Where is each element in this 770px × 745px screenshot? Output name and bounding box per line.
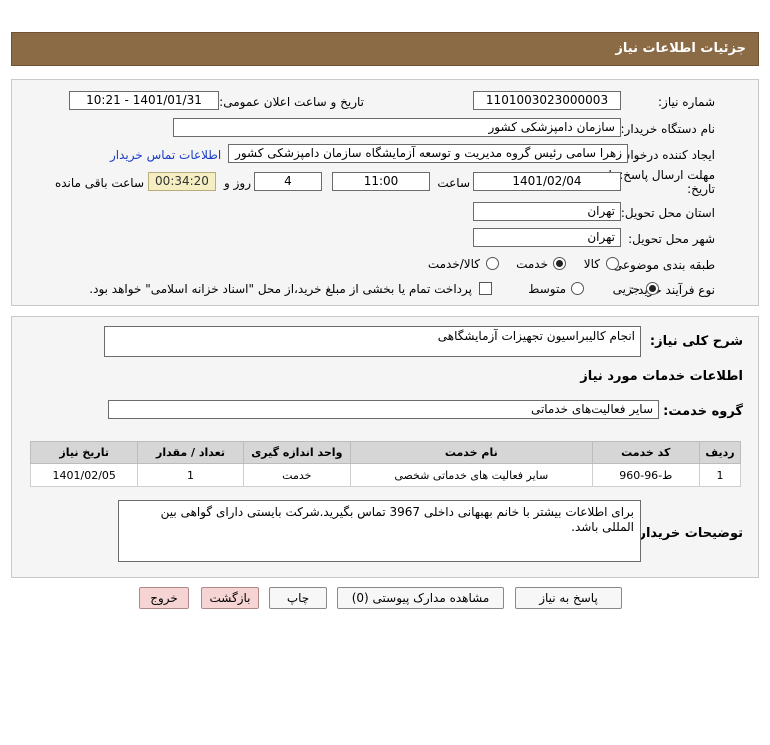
col-row-number: ردیف — [698, 441, 742, 464]
services-table: ردیف کد خدمت نام خدمت واحد اندازه گیری ت… — [29, 441, 742, 487]
deadline-label: مهلت ارسال پاسخ: تا — [608, 168, 715, 182]
col-service-code: کد خدمت — [591, 441, 700, 464]
general-desc-label: شرح کلی نیاز: — [649, 334, 743, 349]
back-button[interactable]: بازگشت — [201, 587, 259, 609]
process-radio-medium[interactable] — [571, 282, 584, 295]
exit-button[interactable]: خروج — [139, 587, 189, 609]
buyer-notes-field: برای اطلاعات بیشتر با خانم بهبهانی داخلی… — [118, 500, 641, 562]
category-radio-goods-service[interactable] — [486, 257, 499, 270]
service-group-label: گروه خدمت: — [663, 404, 743, 419]
category-option-service: خدمت — [516, 257, 548, 271]
process-option-medium: متوسط — [528, 282, 566, 296]
category-option-goods-service: کالا/خدمت — [427, 257, 480, 271]
cell-row-number: 1 — [698, 463, 742, 487]
need-number-label: شماره نیاز: — [658, 95, 715, 109]
process-type-label: نوع فرآیند خرید : — [630, 283, 715, 297]
requester-field: زهرا سامی رئیس گروه مدیریت و توسعه آزمای… — [228, 144, 628, 163]
category-option-goods: کالا — [583, 257, 600, 271]
deadline-label-date: تاریخ: — [687, 182, 715, 196]
process-option-minor: جزیی — [612, 282, 640, 296]
col-quantity: تعداد / مقدار — [137, 441, 244, 464]
buyer-notes-label: توضیحات خریدار: — [633, 526, 743, 541]
category-radio-service[interactable] — [553, 257, 566, 270]
service-group-field: سایر فعالیت‌های خدماتی — [108, 400, 659, 419]
reply-button[interactable]: پاسخ به نیاز — [515, 587, 622, 609]
remaining-time-field: 00:34:20 — [148, 172, 216, 191]
table-row: 1 ط-96-960 سایر فعالیت های خدماتی شخصی خ… — [29, 463, 742, 487]
province-field: تهران — [473, 202, 621, 221]
buyer-contact-link[interactable]: اطلاعات تماس خریدار — [110, 148, 221, 162]
col-service-name: نام خدمت — [350, 441, 593, 464]
buyer-org-field: سازمان دامپزشکی کشور — [173, 118, 621, 137]
category-label: طبقه بندی موضوعی: — [608, 258, 715, 272]
city-field: تهران — [473, 228, 621, 247]
cell-need-date: 1401/02/05 — [29, 463, 139, 487]
general-desc-field: انجام کالیبراسیون تجهیزات آزمایشگاهی — [104, 326, 641, 357]
announce-datetime-field: 1401/01/31 - 10:21 — [69, 91, 219, 110]
deadline-time-field: 11:00 — [332, 172, 430, 191]
cell-service-name: سایر فعالیت های خدماتی شخصی — [350, 463, 593, 487]
treasury-payment-checkbox[interactable] — [479, 282, 492, 295]
deadline-date-field: 1401/02/04 — [473, 172, 621, 191]
view-attachments-button[interactable]: مشاهده مدارک پیوستی (0) — [337, 587, 504, 609]
remaining-days-field: 4 — [254, 172, 322, 191]
cell-unit: خدمت — [242, 463, 352, 487]
process-radio-minor[interactable] — [646, 282, 659, 295]
category-radio-goods[interactable] — [606, 257, 619, 270]
col-unit: واحد اندازه گیری — [242, 441, 352, 464]
remaining-time-label: ساعت باقی مانده — [54, 176, 144, 190]
print-button[interactable]: چاپ — [269, 587, 327, 609]
buyer-org-label: نام دستگاه خریدار: — [620, 122, 716, 136]
remaining-days-label: روز و — [224, 176, 251, 190]
province-label: استان محل تحویل: — [620, 206, 715, 220]
cell-quantity: 1 — [137, 463, 244, 487]
page-title: جزئیات اطلاعات نیاز — [615, 41, 746, 56]
city-label: شهر محل تحویل: — [628, 232, 715, 246]
need-number-field: 1101003023000003 — [473, 91, 621, 110]
cell-service-code: ط-96-960 — [591, 463, 700, 487]
announce-datetime-label: تاریخ و ساعت اعلان عمومی: — [219, 95, 364, 109]
table-header-row: ردیف کد خدمت نام خدمت واحد اندازه گیری ت… — [29, 441, 742, 464]
col-need-date: تاریخ نیاز — [29, 441, 139, 464]
page-header: جزئیات اطلاعات نیاز — [11, 32, 759, 66]
treasury-payment-note: پرداخت تمام یا بخشی از مبلغ خرید،از محل … — [89, 282, 472, 296]
deadline-time-label: ساعت — [437, 176, 470, 190]
services-section-title: اطلاعات خدمات مورد نیاز — [580, 369, 743, 384]
